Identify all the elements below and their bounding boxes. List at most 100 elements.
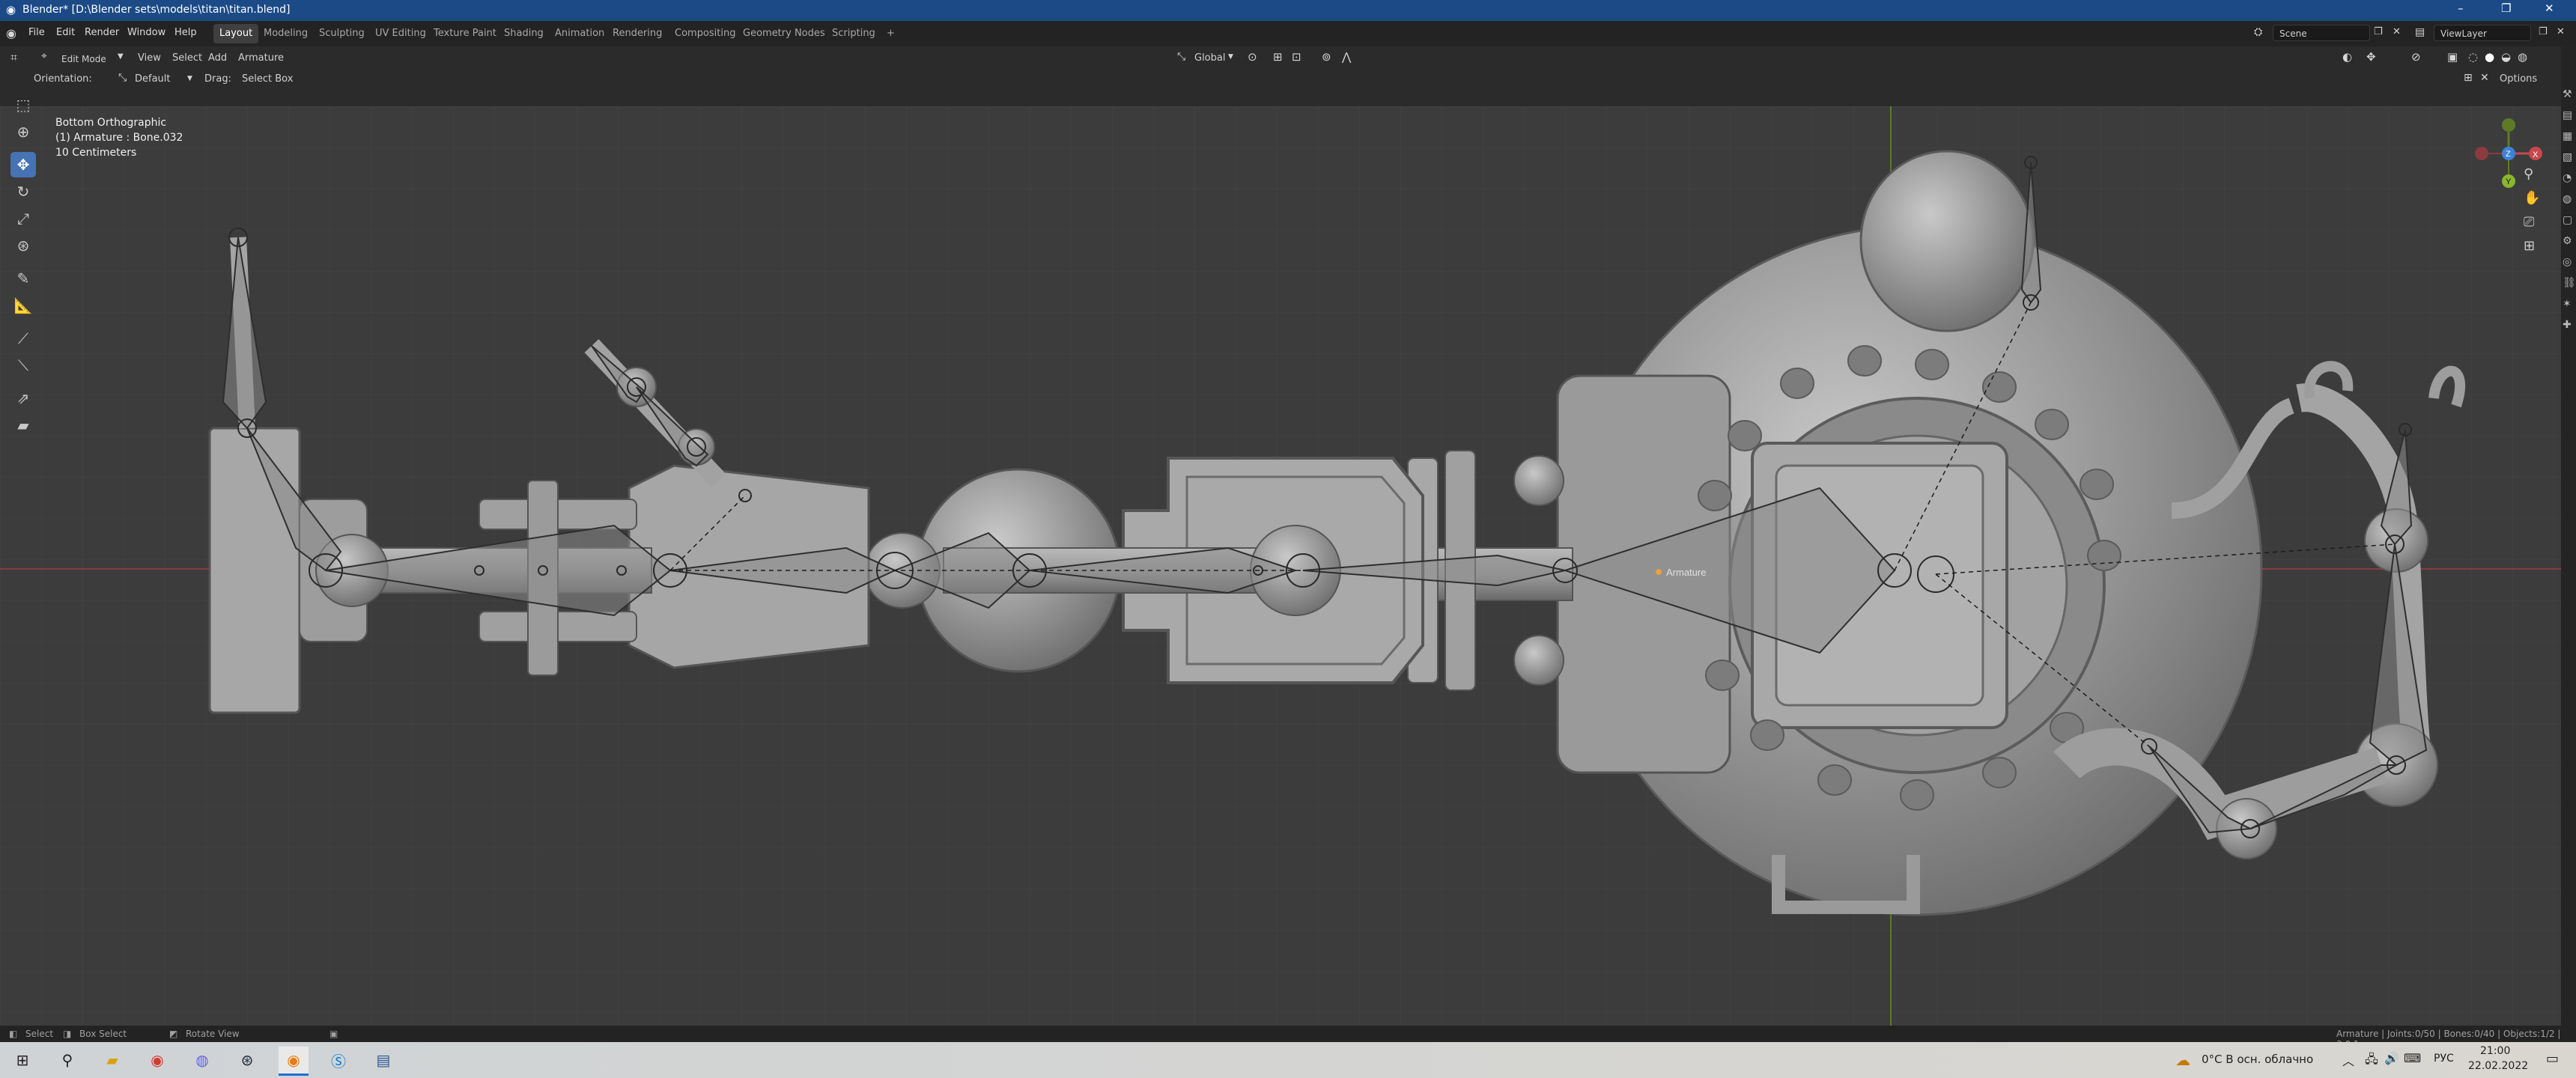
view-layer-properties-icon[interactable]: ▧	[2563, 147, 2576, 168]
overlays-icon[interactable]: ⊘	[2411, 50, 2421, 64]
tab-scripting[interactable]: Scripting	[826, 24, 881, 43]
cursor-icon[interactable]: ⊕	[10, 119, 36, 144]
scene-copy-icon[interactable]: ❐	[2374, 26, 2383, 37]
viewport-canvas[interactable]: Armature	[0, 106, 2561, 1026]
view-layer-copy-icon[interactable]: ❐	[2539, 26, 2548, 37]
file-explorer-icon[interactable]: ▰	[97, 1047, 127, 1074]
shading-wireframe-icon[interactable]: ◌	[2468, 50, 2478, 64]
menu-help[interactable]: Help	[174, 27, 197, 38]
close-button[interactable]: ✕	[2545, 1, 2554, 15]
clock-time[interactable]: 21:00	[2480, 1045, 2510, 1057]
rotate-icon[interactable]: ↻	[10, 179, 36, 204]
scene-remove-icon[interactable]: ✕	[2393, 26, 2401, 37]
render-properties-icon[interactable]: ▤	[2563, 105, 2576, 126]
pivot-point-icon[interactable]: ⊙	[1248, 50, 1257, 64]
mode-selector[interactable]: Edit Mode	[55, 51, 127, 67]
object-properties-icon[interactable]: ▢	[2563, 210, 2576, 231]
discord-icon[interactable]: ◍	[187, 1047, 217, 1074]
menu-armature[interactable]: Armature	[238, 52, 284, 64]
scene-properties-icon[interactable]: ◔	[2563, 168, 2576, 189]
constraint-properties-icon[interactable]: ⛓	[2563, 272, 2576, 293]
editor-type-icon[interactable]: ⌗	[10, 50, 17, 65]
transform-icon[interactable]: ⊛	[10, 233, 36, 258]
3d-viewport[interactable]: Armature Bottom Orthographic (1) Armatur…	[0, 106, 2561, 1026]
tab-uv-editing[interactable]: UV Editing	[369, 24, 432, 43]
armature-origin[interactable]	[1656, 569, 1662, 575]
bone-envelope-icon[interactable]: ⟍	[10, 353, 36, 378]
xray-icon[interactable]: ▣	[2447, 50, 2458, 64]
menu-view[interactable]: View	[138, 52, 161, 64]
tab-geometry-nodes[interactable]: Geometry Nodes	[737, 24, 831, 43]
bone-properties-icon[interactable]: ✚	[2563, 314, 2576, 335]
falloff-icon[interactable]: ⋀	[1342, 50, 1351, 64]
tab-rendering[interactable]: Rendering	[607, 24, 668, 43]
network-icon[interactable]: 🖧	[2365, 1051, 2378, 1071]
move-icon[interactable]: ✥	[10, 152, 36, 177]
snap-icon[interactable]: ⊞	[1273, 50, 1283, 64]
data-properties-icon[interactable]: ✶	[2563, 293, 2576, 314]
maximize-button[interactable]: ❐	[2501, 1, 2511, 15]
menu-add[interactable]: Add	[208, 52, 227, 64]
perspective-toggle-icon[interactable]: ⊞	[2524, 238, 2535, 254]
tool-properties-icon[interactable]: ⚒	[2563, 84, 2576, 105]
steam-icon[interactable]: ⊛	[232, 1047, 262, 1074]
add-workspace-button[interactable]: +	[881, 24, 901, 43]
menu-edit[interactable]: Edit	[56, 27, 75, 38]
extrude-icon[interactable]: ⇗	[10, 386, 36, 411]
zoom-icon[interactable]: ⚲	[2524, 166, 2533, 182]
search-icon[interactable]: ⚲	[52, 1047, 82, 1074]
gizmo-toggle-icon[interactable]: ✥	[2366, 50, 2376, 64]
annotate-icon[interactable]: ✎	[10, 266, 36, 291]
shading-material-icon[interactable]: ◒	[2501, 50, 2511, 64]
proportional-edit-icon[interactable]: ⊚	[1322, 50, 1331, 64]
tab-layout[interactable]: Layout	[213, 24, 259, 43]
blender-taskbar-icon[interactable]: ◉	[279, 1047, 309, 1076]
camera-view-icon[interactable]: ⎚	[2524, 214, 2534, 230]
shading-rendered-icon[interactable]: ◍	[2518, 50, 2527, 64]
tab-shading[interactable]: Shading	[498, 24, 550, 43]
chrome-icon[interactable]: ◉	[142, 1047, 172, 1074]
world-properties-icon[interactable]: ◍	[2563, 189, 2576, 210]
view-layer-selector[interactable]: ViewLayer	[2434, 25, 2531, 41]
menu-window[interactable]: Window	[127, 27, 165, 38]
tab-compositing[interactable]: Compositing	[669, 24, 742, 43]
select-box-icon[interactable]: ⬚	[10, 92, 36, 118]
measure-icon[interactable]: 📐	[10, 293, 36, 318]
menu-select[interactable]: Select	[172, 52, 202, 64]
shading-solid-icon[interactable]: ●	[2485, 50, 2494, 64]
app-window-icon[interactable]: ▤	[368, 1047, 398, 1074]
physics-properties-icon[interactable]: ◎	[2563, 252, 2576, 272]
weather-icon[interactable]: ☁	[2175, 1051, 2190, 1069]
skype-icon[interactable]: Ⓢ	[323, 1047, 353, 1074]
chevron-up-icon[interactable]: ︿	[2342, 1051, 2354, 1069]
tab-texture-paint[interactable]: Texture Paint	[428, 24, 502, 43]
gizmo-x-neg[interactable]	[2475, 147, 2488, 160]
roll-icon[interactable]: ▰	[10, 412, 36, 438]
tab-sculpting[interactable]: Sculpting	[313, 24, 371, 43]
pan-hand-icon[interactable]: ✋	[2524, 190, 2540, 206]
snap-target-icon[interactable]: ⊡	[1292, 50, 1301, 64]
output-properties-icon[interactable]: ▦	[2563, 126, 2576, 147]
blender-menu-icon[interactable]: ◉	[6, 26, 16, 40]
keyboard-icon[interactable]: ⌨	[2404, 1051, 2421, 1065]
options-button[interactable]: Options	[2500, 73, 2537, 85]
scale-icon[interactable]: ⤢	[10, 206, 36, 231]
start-icon[interactable]: ⊞	[7, 1047, 37, 1074]
weather-text[interactable]: 0°C В осн. облачно	[2202, 1053, 2313, 1066]
tab-modeling[interactable]: Modeling	[258, 24, 314, 43]
minimize-button[interactable]: –	[2458, 1, 2464, 15]
modifier-properties-icon[interactable]: ⚙	[2563, 231, 2576, 252]
gizmo-y-neg[interactable]	[2502, 118, 2515, 132]
menu-file[interactable]: File	[28, 27, 45, 38]
tab-animation[interactable]: Animation	[549, 24, 610, 43]
scene-selector[interactable]: Scene	[2273, 25, 2370, 41]
clock-date[interactable]: 22.02.2022	[2468, 1060, 2528, 1072]
bone-size-icon[interactable]: ⟋	[10, 326, 36, 351]
notifications-icon[interactable]: ▭	[2546, 1051, 2559, 1067]
language-indicator[interactable]: РУС	[2434, 1053, 2454, 1065]
drag-selector[interactable]: Select Box	[242, 73, 293, 85]
visibility-icon[interactable]: ◐	[2342, 50, 2352, 64]
speaker-icon[interactable]: 🔊	[2384, 1051, 2399, 1065]
transform-orientation-selector[interactable]: Global	[1194, 52, 1225, 64]
menu-render[interactable]: Render	[85, 27, 119, 38]
